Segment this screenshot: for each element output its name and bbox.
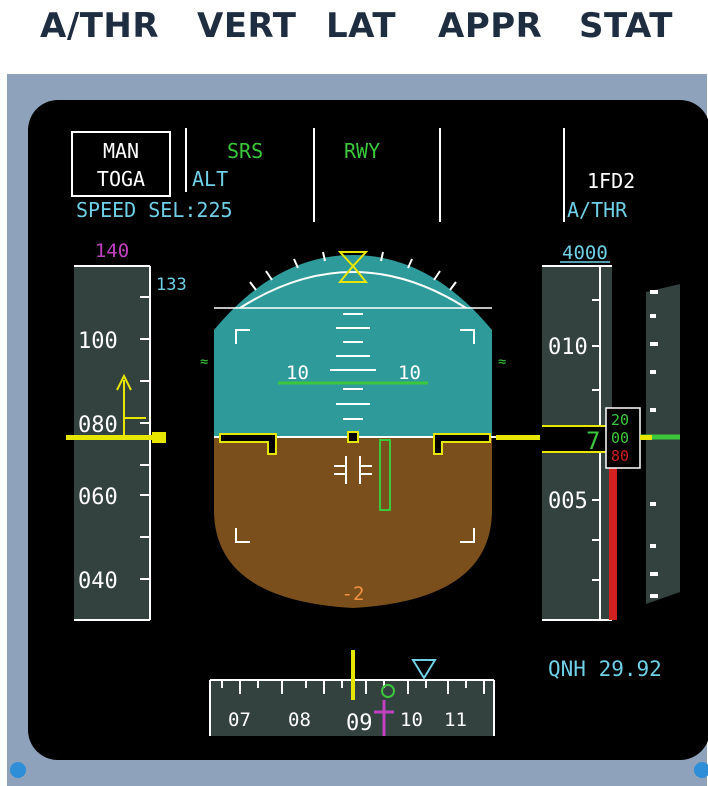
fma-man: MAN [103, 139, 139, 163]
header-lat: LAT [326, 6, 397, 46]
altitude-drum-upper: 20 [611, 411, 629, 429]
primary-flight-display: MAN TOGA SPEED SEL:225 SRS ALT RWY 1FD2 … [28, 100, 708, 760]
attitude-indicator: 10 10 ≈ ≈ -2 [200, 251, 506, 608]
pitch-label-right: 10 [398, 362, 421, 384]
selected-heading-icon [411, 659, 437, 680]
flight-mode-annunciator: MAN TOGA SPEED SEL:225 SRS ALT RWY 1FD2 … [71, 128, 635, 222]
speed-label-040: 040 [78, 569, 118, 594]
speed-tape: 140 133 100 080 060 040 [66, 240, 187, 621]
header-stat: STAT [579, 6, 673, 46]
fma-toga: TOGA [97, 167, 145, 191]
fma-speed-sel: SPEED SEL:225 [76, 198, 233, 222]
speed-tape-background [74, 266, 150, 620]
altitude-reference-line [496, 435, 540, 440]
fma-srs: SRS [227, 139, 263, 163]
altitude-tape: 4000 010 005 7 20 00 80 [496, 242, 641, 621]
speed-label-060: 060 [78, 485, 118, 510]
heading-tape: 07 08 09 10 11 [209, 650, 495, 736]
ground-reference-bar [609, 455, 617, 620]
fma-alt: ALT [192, 167, 228, 191]
vertical-speed-indicator [640, 284, 680, 604]
speed-target: 140 [95, 240, 129, 262]
heading-label-09: 09 [346, 711, 373, 736]
vsi-background [646, 284, 680, 604]
qnh-setting: QNH 29.92 [548, 657, 662, 681]
bank-limit-right: ≈ [498, 354, 506, 370]
altitude-drum-mid: 00 [611, 429, 629, 447]
header-athr: A/THR [40, 6, 160, 46]
altitude-readout: 7 [586, 427, 600, 455]
altitude-drum-lower: 80 [611, 447, 629, 465]
altitude-label-010: 010 [548, 335, 588, 360]
heading-label-08: 08 [288, 709, 311, 731]
bank-limit-left: ≈ [200, 354, 208, 370]
fma-fd: 1FD2 [587, 169, 635, 193]
bezel-knob-left [10, 762, 26, 778]
pitch-label-left: 10 [286, 362, 309, 384]
fma-header: A/THR VERT LAT APPR STAT [0, 0, 708, 62]
altitude-label-005: 005 [548, 489, 588, 514]
fma-rwy: RWY [344, 139, 380, 163]
altitude-selected: 4000 [562, 242, 608, 264]
bezel-knob-right [694, 762, 708, 778]
speed-vmax: 133 [156, 275, 187, 295]
header-vert: VERT [197, 6, 297, 46]
pitch-value: -2 [342, 583, 365, 605]
heading-label-11: 11 [444, 709, 467, 731]
fma-athr: A/THR [567, 198, 628, 222]
heading-label-10: 10 [400, 709, 423, 731]
header-appr: APPR [438, 6, 543, 46]
heading-label-07: 07 [228, 709, 251, 731]
speed-label-080: 080 [78, 413, 118, 438]
speed-label-100: 100 [78, 329, 118, 354]
